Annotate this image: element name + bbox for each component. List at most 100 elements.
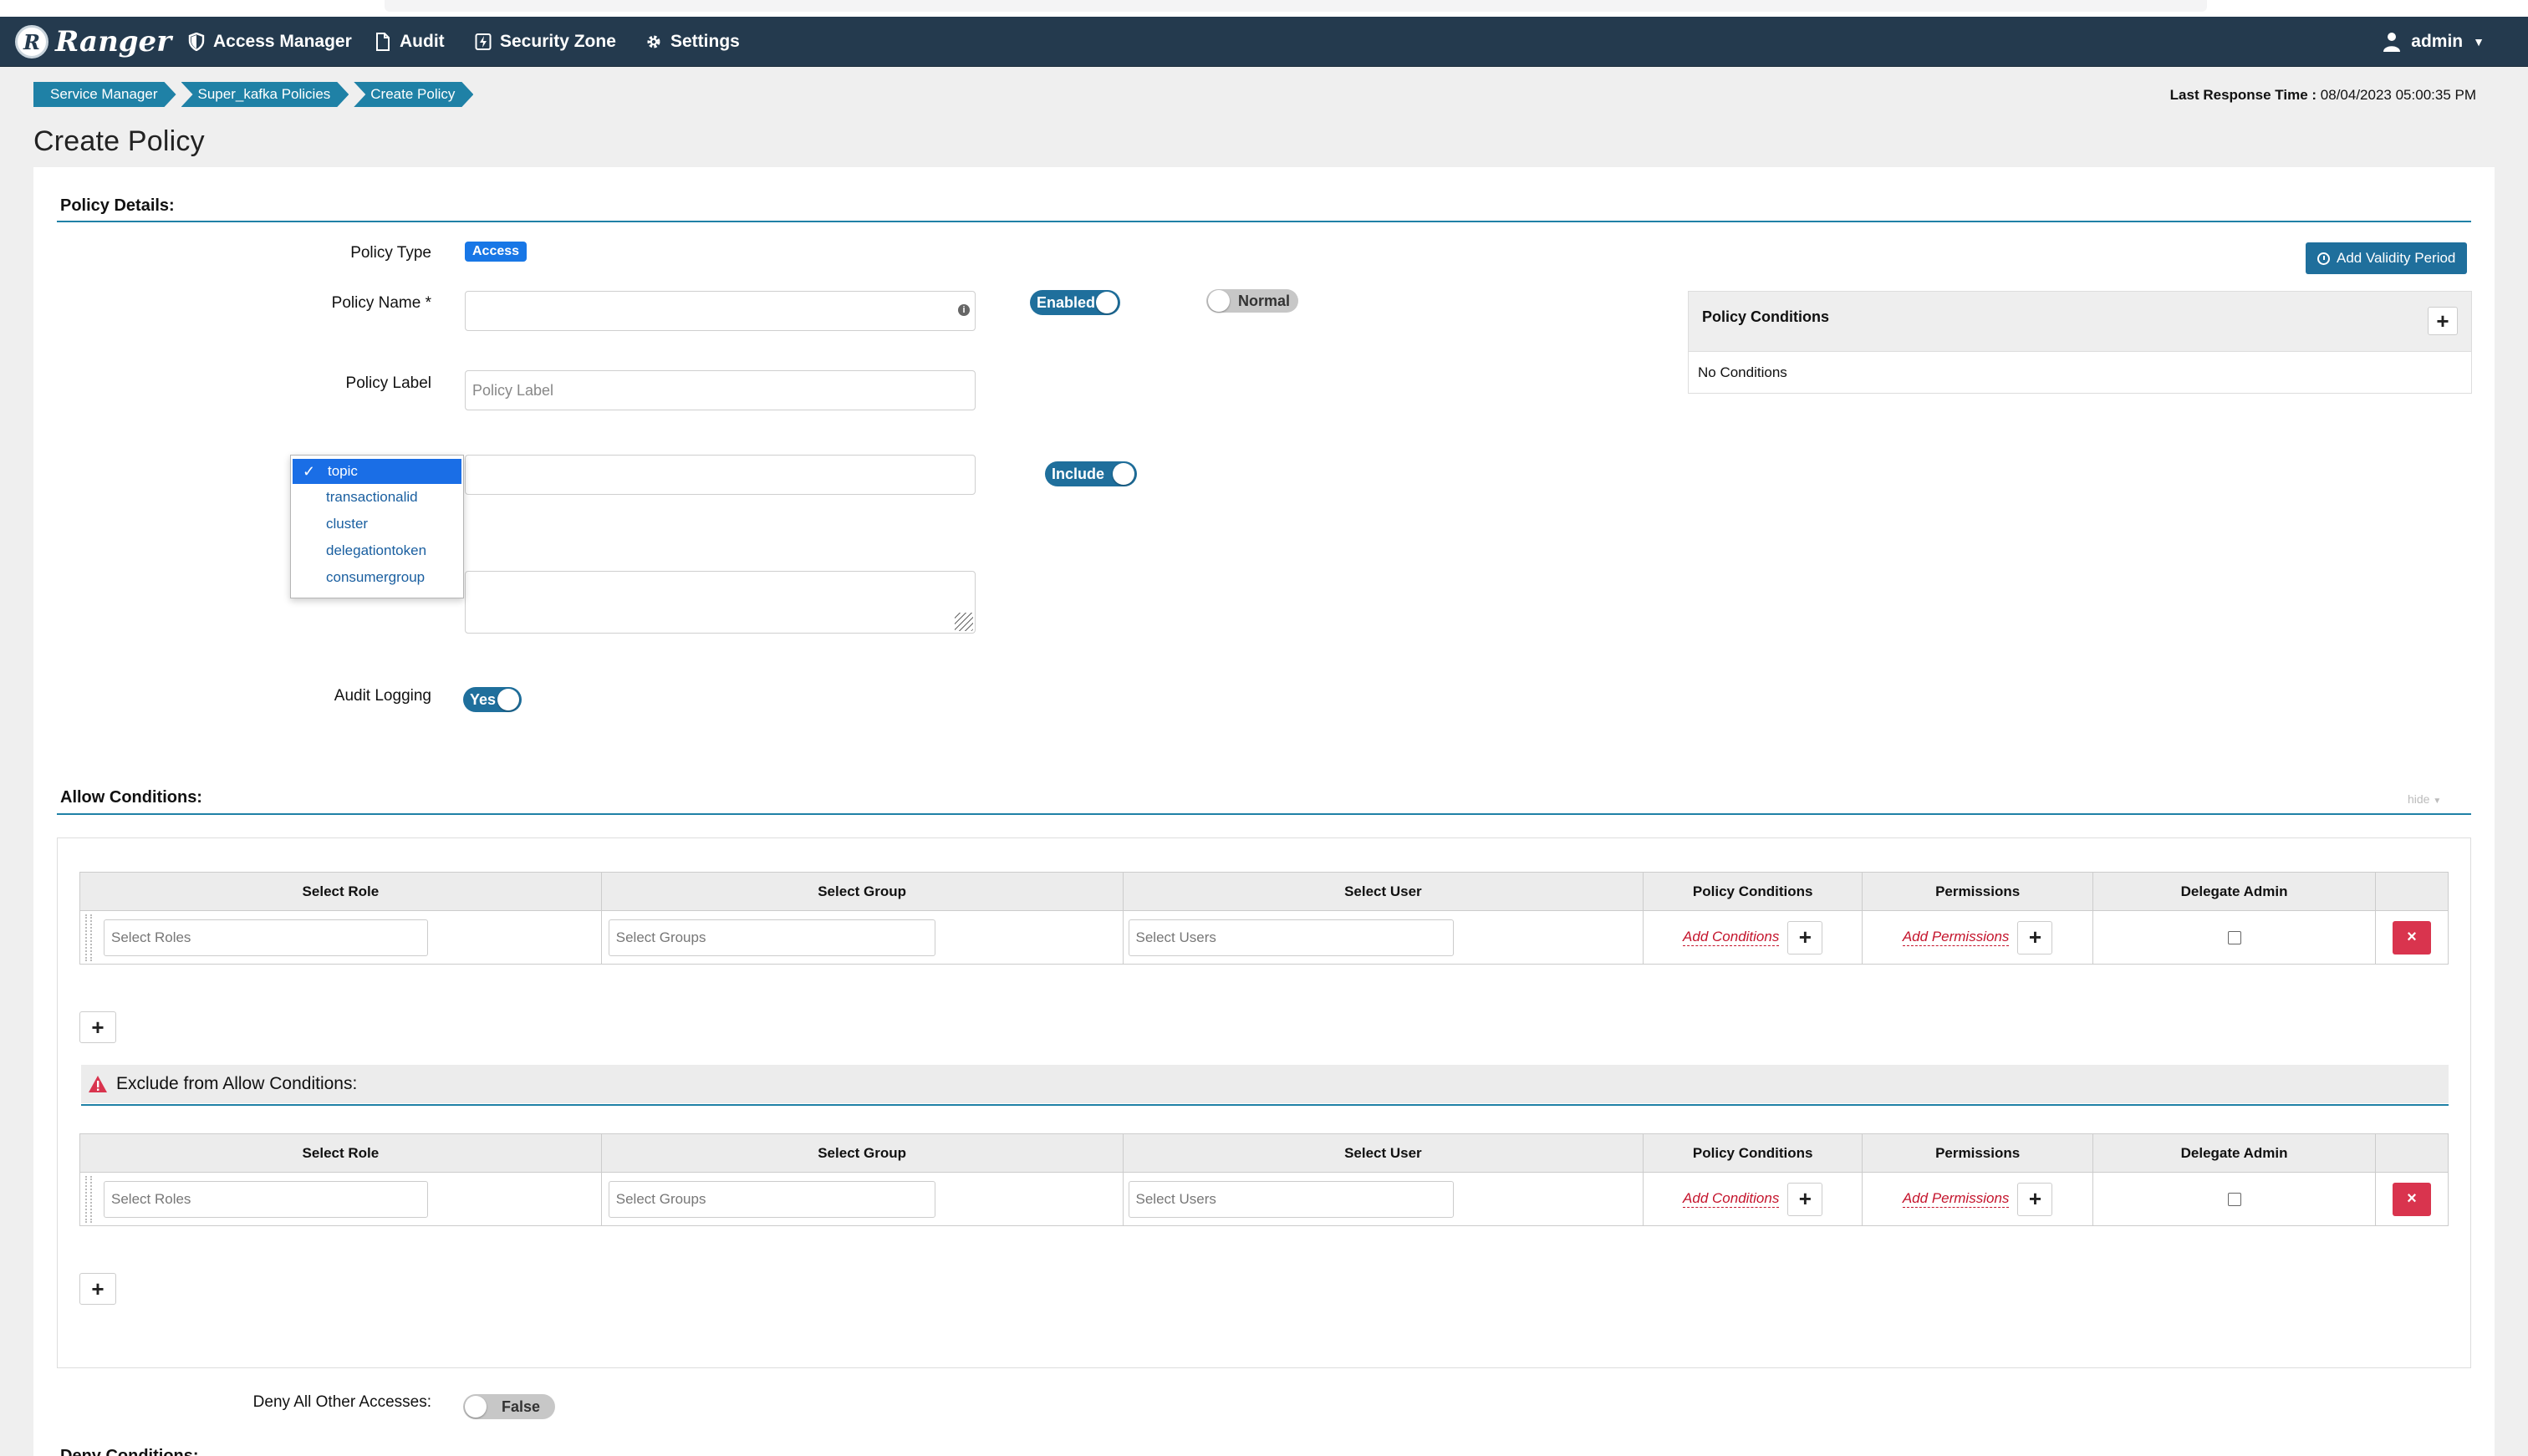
- policy-label-input[interactable]: Policy Label: [465, 370, 976, 410]
- info-icon: i: [958, 304, 970, 316]
- add-conditions-plus-button[interactable]: +: [1787, 920, 1823, 955]
- add-permissions-link[interactable]: Add Permissions: [1902, 929, 2010, 946]
- select-roles-input[interactable]: Select Roles: [104, 919, 428, 956]
- select-roles-input[interactable]: Select Roles: [104, 1181, 428, 1218]
- add-conditions-link[interactable]: Add Conditions: [1683, 1190, 1780, 1208]
- breadcrumb: Service Manager Super_kafka Policies Cre…: [33, 82, 478, 107]
- add-conditions-plus-button[interactable]: +: [1787, 1182, 1823, 1216]
- delete-row-button[interactable]: ×: [2392, 920, 2431, 955]
- enabled-toggle-label: Enabled: [1037, 293, 1096, 311]
- toggle-knob: [1208, 290, 1230, 312]
- add-policy-condition-button[interactable]: +: [2428, 307, 2458, 335]
- select-groups-input[interactable]: Select Groups: [608, 919, 935, 956]
- nav-settings[interactable]: Settings: [645, 17, 740, 67]
- col-select-group: Select Group: [600, 1133, 1124, 1173]
- dropdown-option-topic[interactable]: ✓ topic: [293, 459, 461, 484]
- deny-all-toggle[interactable]: False: [463, 1394, 555, 1419]
- dropdown-option-label: topic: [328, 463, 358, 479]
- toggle-knob: [497, 689, 519, 710]
- brand[interactable]: R Ranger: [15, 23, 171, 60]
- delete-cell-content: ×: [2376, 911, 2448, 964]
- delegate-admin-cell: [2092, 910, 2376, 965]
- col-permissions: Permissions: [1862, 872, 2094, 911]
- resize-grip-icon[interactable]: [955, 613, 973, 631]
- role-cell: Select Roles: [79, 1172, 602, 1226]
- add-permissions-link[interactable]: Add Permissions: [1902, 1190, 2010, 1208]
- select-roles-placeholder: Select Roles: [111, 929, 191, 945]
- toggle-knob: [1113, 463, 1134, 485]
- add-allow-row-button[interactable]: +: [79, 1011, 116, 1043]
- nav-audit-label: Audit: [400, 32, 445, 51]
- select-groups-placeholder: Select Groups: [615, 1191, 706, 1207]
- user-icon: [2383, 33, 2401, 52]
- allow-conditions-table: Select Role Select Group Select User Pol…: [79, 872, 2449, 965]
- breadcrumb-policies[interactable]: Super_kafka Policies: [181, 82, 349, 107]
- conditions-cell: Add Conditions +: [1643, 1172, 1863, 1226]
- dropdown-option-label: consumergroup: [326, 569, 426, 585]
- resource-type-dropdown[interactable]: ✓ topic transactionalid cluster delegatio…: [290, 455, 464, 598]
- browser-url-bar: [385, 0, 2207, 12]
- include-toggle[interactable]: Include: [1045, 461, 1137, 486]
- caret-down-icon: ▼: [2433, 797, 2442, 806]
- conditions-cell-content: Add Conditions +: [1644, 911, 1862, 964]
- policy-conditions-header: Policy Conditions +: [1689, 292, 2471, 352]
- dropdown-option-transactionalid[interactable]: transactionalid: [291, 484, 463, 511]
- include-toggle-label: Include: [1052, 465, 1105, 482]
- dropdown-option-label: cluster: [326, 516, 369, 532]
- normal-toggle[interactable]: Normal: [1206, 289, 1298, 313]
- nav-security-zone-label: Security Zone: [500, 32, 616, 51]
- policy-name-input[interactable]: i: [465, 291, 976, 331]
- breadcrumb-create-policy[interactable]: Create Policy: [354, 82, 473, 107]
- file-icon: [376, 33, 390, 51]
- enabled-toggle[interactable]: Enabled: [1030, 290, 1120, 315]
- add-permissions-plus-button[interactable]: +: [2017, 1182, 2053, 1216]
- delegate-admin-checkbox[interactable]: [2227, 930, 2241, 944]
- checkmark-icon: ✓: [303, 462, 316, 480]
- dropdown-option-consumergroup[interactable]: consumergroup: [291, 564, 463, 591]
- conditions-cell: Add Conditions +: [1643, 910, 1863, 965]
- add-exclude-row-button[interactable]: +: [79, 1273, 116, 1305]
- dropdown-option-delegationtoken[interactable]: delegationtoken: [291, 537, 463, 564]
- policy-label-placeholder: Policy Label: [472, 381, 554, 399]
- table-row: Select Roles Select Groups Select Users …: [79, 1172, 2449, 1226]
- drag-handle-icon[interactable]: [85, 914, 92, 961]
- delegate-admin-checkbox[interactable]: [2227, 1192, 2241, 1206]
- col-policy-conditions: Policy Conditions: [1643, 1133, 1863, 1173]
- policy-conditions-title: Policy Conditions: [1702, 308, 1830, 325]
- description-textarea[interactable]: [465, 571, 976, 634]
- resource-value-input[interactable]: [465, 455, 976, 495]
- add-validity-period-label: Add Validity Period: [2337, 250, 2456, 266]
- dropdown-option-cluster[interactable]: cluster: [291, 511, 463, 537]
- user-menu[interactable]: admin ▼: [2383, 17, 2485, 67]
- user-name: admin: [2411, 32, 2464, 51]
- zone-icon: [475, 33, 492, 50]
- select-groups-input[interactable]: Select Groups: [608, 1181, 935, 1218]
- hide-allow-conditions-link[interactable]: hide ▼: [2408, 792, 2441, 806]
- role-cell: Select Roles: [79, 910, 602, 965]
- nav-access-manager[interactable]: Access Manager: [188, 17, 352, 67]
- select-users-input[interactable]: Select Users: [1128, 1181, 1454, 1218]
- brand-name: Ranger: [55, 25, 172, 59]
- policy-type-badge: Access: [465, 242, 528, 262]
- add-permissions-plus-button[interactable]: +: [2017, 920, 2053, 955]
- delegate-admin-cell-content: [2093, 911, 2375, 964]
- table-row: Select Roles Select Groups Select Users …: [79, 910, 2449, 965]
- col-select-role: Select Role: [79, 1133, 602, 1173]
- select-users-input[interactable]: Select Users: [1128, 919, 1454, 956]
- nav-audit[interactable]: Audit: [375, 17, 445, 67]
- select-roles-placeholder: Select Roles: [111, 1191, 191, 1207]
- group-cell: Select Groups: [600, 1172, 1124, 1226]
- breadcrumb-service-manager[interactable]: Service Manager: [33, 82, 176, 107]
- dropdown-option-label: transactionalid: [326, 489, 418, 505]
- audit-logging-toggle[interactable]: Yes: [463, 687, 522, 712]
- col-permissions: Permissions: [1862, 1133, 2094, 1173]
- user-cell: Select Users: [1122, 910, 1644, 965]
- drag-handle-icon[interactable]: [85, 1176, 92, 1223]
- select-groups-placeholder: Select Groups: [615, 929, 706, 945]
- add-validity-period-button[interactable]: Add Validity Period: [2306, 242, 2468, 274]
- last-response-time: Last Response Time : 08/04/2023 05:00:35…: [2170, 87, 2476, 104]
- delete-row-button[interactable]: ×: [2392, 1182, 2431, 1216]
- col-select-role: Select Role: [79, 872, 602, 911]
- add-conditions-link[interactable]: Add Conditions: [1683, 929, 1780, 946]
- nav-security-zone[interactable]: Security Zone: [475, 17, 616, 67]
